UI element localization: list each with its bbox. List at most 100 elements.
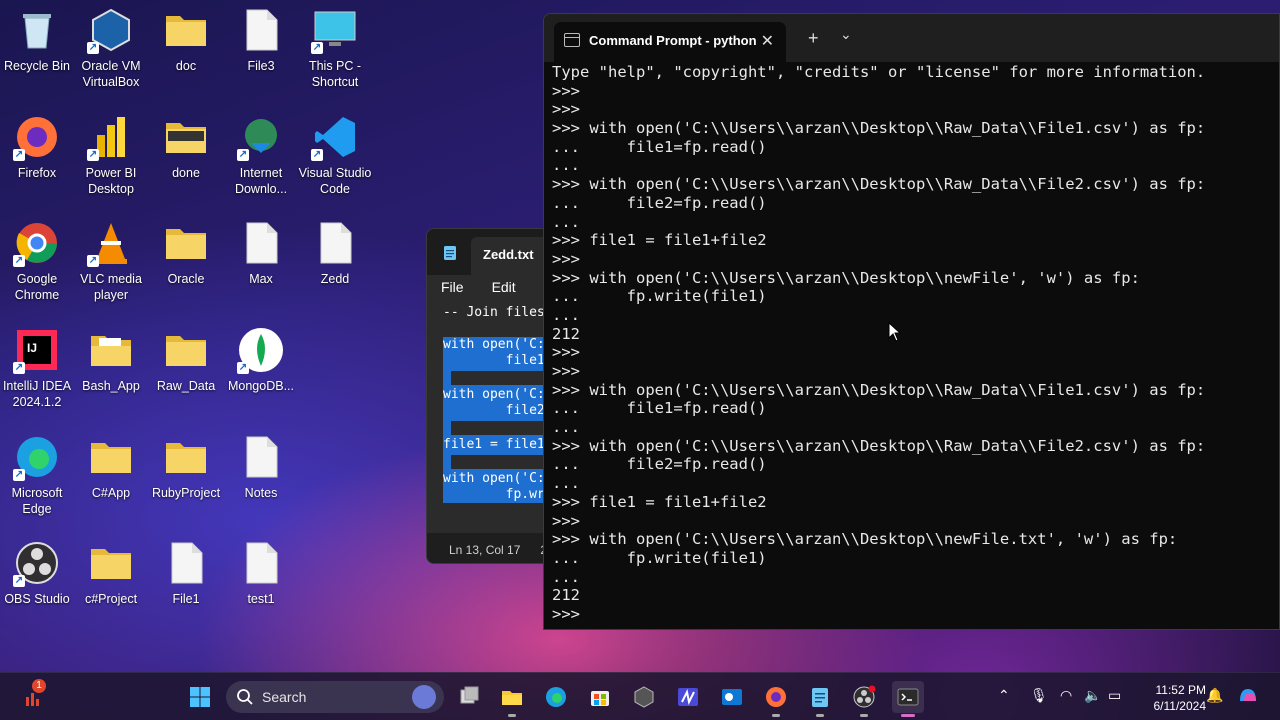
notepad-editor[interactable]: -- Join files with open('C: file1 with o…: [427, 301, 555, 533]
new-tab-icon[interactable]: +: [808, 28, 819, 49]
app-button-1[interactable]: [628, 681, 660, 713]
desktop-icon[interactable]: ↗ Internet Downlo...: [224, 107, 298, 207]
intellij-icon: IJ ↗: [13, 326, 61, 374]
notepad-button[interactable]: [804, 681, 836, 717]
desktop-icon-label: Oracle VM VirtualBox: [81, 59, 141, 89]
desktop-icon[interactable]: Max: [224, 213, 298, 313]
terminal-window[interactable]: Command Prompt - python ✕ + ⌄ Type "help…: [543, 13, 1280, 630]
terminal-line: ... file1=fp.read(): [552, 137, 767, 156]
store-icon: [591, 691, 609, 706]
desktop-icon[interactable]: ↗ Firefox: [0, 107, 74, 207]
start-button[interactable]: [184, 681, 216, 713]
search-icon: [237, 689, 253, 705]
firefox-icon: [766, 687, 786, 707]
task-view-button[interactable]: [454, 681, 486, 713]
desktop-icon-label: File1: [172, 592, 200, 606]
desktop-icon[interactable]: ↗ Power BI Desktop: [74, 107, 148, 207]
edge-icon: [546, 687, 566, 707]
desktop-icon[interactable]: test1: [224, 533, 298, 633]
terminal-button[interactable]: [892, 681, 924, 717]
chevron-down-icon[interactable]: ⌄: [840, 26, 852, 43]
close-tab-icon[interactable]: ✕: [761, 31, 774, 51]
copilot-icon[interactable]: [1236, 683, 1260, 710]
folder-icon: [162, 433, 210, 481]
editor-line: -- Join files: [443, 305, 545, 320]
svg-text:IJ: IJ: [27, 341, 37, 355]
desktop-icon[interactable]: IJ ↗ IntelliJ IDEA 2024.1.2: [0, 320, 74, 420]
desktop-icon[interactable]: RubyProject: [149, 427, 223, 527]
store-button[interactable]: [584, 681, 616, 713]
running-indicator: [860, 714, 868, 717]
desktop-icon[interactable]: ↗ OBS Studio: [0, 533, 74, 633]
menu-edit[interactable]: Edit: [492, 279, 516, 301]
desktop-icon[interactable]: File1: [149, 533, 223, 633]
vlc-icon: ↗: [87, 219, 135, 267]
terminal-output[interactable]: Type "help", "copyright", "credits" or "…: [544, 62, 1279, 624]
shortcut-arrow-icon: ↗: [13, 255, 25, 267]
edge-icon: ↗: [13, 433, 61, 481]
terminal-line: >>> with open('C:\\Users\\arzan\\Desktop…: [552, 380, 1206, 399]
desktop-icon[interactable]: Zedd: [298, 213, 372, 313]
volume-icon[interactable]: 🔈: [1084, 687, 1101, 704]
desktop-icon[interactable]: done: [149, 107, 223, 207]
obs-icon: [853, 685, 876, 708]
notepad-statusbar: Ln 13, Col 17 2: [427, 533, 555, 563]
terminal-line: ... file2=fp.read(): [552, 193, 767, 212]
desktop-icon-label: done: [172, 166, 200, 180]
selected-line: file1 = file1: [443, 437, 555, 453]
desktop-icon[interactable]: doc: [149, 0, 223, 100]
desktop-icon[interactable]: C#App: [74, 427, 148, 527]
chevron-up-icon[interactable]: ⌃: [998, 687, 1010, 704]
desktop-icon[interactable]: c#Project: [74, 533, 148, 633]
search-input[interactable]: Search: [226, 681, 444, 713]
desktop-icon[interactable]: ↗ VLC media player: [74, 213, 148, 313]
desktop-icon[interactable]: ↗ Microsoft Edge: [0, 427, 74, 527]
mongodb-icon: ↗: [237, 326, 285, 374]
desktop-icon[interactable]: ↗ MongoDB...: [224, 320, 298, 420]
terminal-line: Type "help", "copyright", "credits" or "…: [552, 63, 1206, 81]
firefox-button[interactable]: [760, 681, 792, 717]
notepad-window[interactable]: Zedd.txt File Edit -- Join files with op…: [426, 228, 556, 564]
desktop-icon-label: test1: [247, 592, 275, 606]
notepad-tab-title: Zedd.txt: [483, 247, 534, 262]
clock[interactable]: 11:52 PM 6/11/2024: [1132, 682, 1207, 714]
desktop-icon[interactable]: Bash_App: [74, 320, 148, 420]
folder-icon: [502, 691, 522, 705]
desktop-icon[interactable]: ↗ This PC - Shortcut: [298, 0, 372, 100]
file-explorer-button[interactable]: [496, 681, 528, 717]
menu-file[interactable]: File: [441, 279, 464, 301]
widgets-button[interactable]: 1: [18, 679, 50, 713]
terminal-tab[interactable]: Command Prompt - python ✕: [554, 22, 786, 62]
windows-icon: [190, 687, 210, 707]
outlook-button[interactable]: [716, 681, 748, 713]
desktop-icon-label: IntelliJ IDEA 2024.1.2: [2, 379, 72, 409]
desktop-icon[interactable]: ↗ Visual Studio Code: [298, 107, 372, 207]
edge-button[interactable]: [540, 681, 572, 713]
desktop-icon-label: Notes: [244, 486, 278, 500]
terminal-line: ...: [552, 567, 580, 586]
app-button-2[interactable]: [672, 681, 704, 713]
task-view-icon: [460, 686, 479, 704]
terminal-line: >>> file1 = file1+file2: [552, 492, 767, 511]
search-highlight-icon: [412, 685, 436, 709]
terminal-line: ... file2=fp.read(): [552, 455, 767, 474]
bell-icon[interactable]: 🔔: [1206, 687, 1223, 704]
desktop-icon-label: C#App: [91, 486, 131, 500]
desktop-icon[interactable]: ↗ Google Chrome: [0, 213, 74, 313]
terminal-line: >>> with open('C:\\Users\\arzan\\Desktop…: [552, 530, 1178, 549]
microphone-icon[interactable]: 🎙: [1030, 687, 1048, 704]
desktop-icon[interactable]: ↗ Oracle VM VirtualBox: [74, 0, 148, 100]
wifi-icon[interactable]: ◠: [1060, 687, 1072, 704]
desktop-icon[interactable]: File3: [224, 0, 298, 100]
notification-badge: 1: [32, 679, 46, 693]
desktop-icon[interactable]: Raw_Data: [149, 320, 223, 420]
file-icon: [237, 219, 285, 267]
desktop-icon[interactable]: Oracle: [149, 213, 223, 313]
desktop-icon-label: Raw_Data: [156, 379, 216, 393]
battery-icon[interactable]: ▭: [1108, 687, 1121, 704]
terminal-line: >>>: [552, 100, 580, 119]
notepad-menubar: File Edit: [427, 275, 555, 301]
obs-button[interactable]: [848, 681, 880, 717]
desktop-icon[interactable]: Notes: [224, 427, 298, 527]
desktop-icon[interactable]: Recycle Bin: [0, 0, 74, 100]
